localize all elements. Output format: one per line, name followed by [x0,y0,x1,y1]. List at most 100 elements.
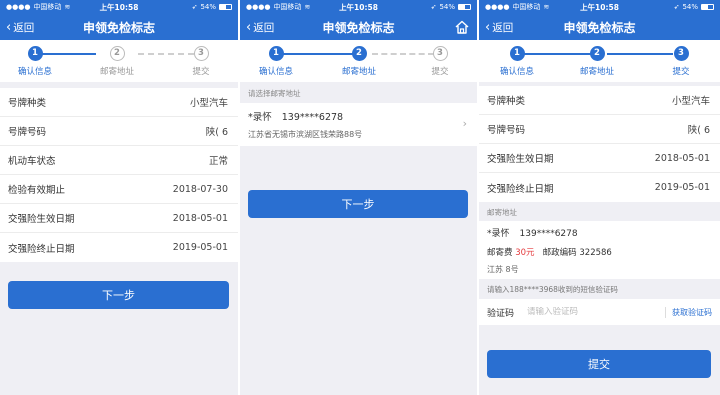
chevron-left-icon: ‹ [246,19,252,35]
step-label: 提交 [431,67,449,77]
info-row: 交强险生效日期 2018-05-01 [479,144,720,173]
step-label: 邮寄地址 [341,67,376,77]
submit-button[interactable]: 提交 [487,350,711,378]
code-label: 验证码 [487,308,515,319]
panel-submit: ●●●● 中国移动 ≋ 上午10:58 ➶ 54% ‹ 返回 申领免检标志 1 确认信息 … [479,0,720,395]
row-value: 2018-05-01 [654,152,710,164]
step-number: 2 [589,46,605,61]
step-2: 2 邮寄地址 [329,46,389,77]
step-number: 2 [109,46,125,61]
row-value: 陕( 6 [205,127,228,138]
step-label: 确认信息 [258,67,293,77]
chevron-right-icon: › [462,117,467,130]
row-value: 2019-05-01 [654,182,710,193]
nav-bar: ‹ 返回 申领免检标志 [479,14,720,40]
row-value: 2019-05-01 [172,242,228,253]
battery-percent: 54% [682,3,698,11]
recipient-address: 江苏省无锡市滨湖区钱荣路88号 [248,130,363,139]
fee-value: 30元 [515,248,535,258]
info-row: 机动车状态 正常 [0,146,238,175]
nav-bar: ‹ 返回 申领免检标志 [0,14,238,40]
fee-label: 邮寄费 [487,248,513,258]
nav-bar: ‹ 返回 申领免检标志 [240,14,477,40]
row-key: 交强险生效日期 [8,214,75,225]
section-label: 邮寄地址 [487,208,517,217]
info-row: 交强险终止日期 2019-05-01 [0,233,238,262]
step-3: 3 提交 [171,46,231,77]
battery-icon [219,4,232,10]
stepper: 1 确认信息 2 邮寄地址 3 提交 [479,40,720,82]
row-key: 检验有效期止 [8,185,66,196]
get-code-button[interactable]: 获取验证码 [665,306,712,318]
location-icon: ➶ [673,3,680,11]
screenshot-composite: ●●●● 中国移动 ≋ 上午10:58 ➶ 54% ‹ 返回 申领免检标志 1 确认信息 … [0,0,720,395]
verification-code-input[interactable] [527,307,665,317]
step-label: 确认信息 [17,67,52,77]
recipient-phone: 139****6278 [519,229,578,239]
back-button[interactable]: ‹ 返回 [485,14,513,40]
row-value: 正常 [208,156,228,167]
row-value: 陕( 6 [687,125,710,136]
vehicle-info-list: 号牌种类 小型汽车 号牌号码 陕( 6 机动车状态 正常 检验有效期止 2018-07-… [0,88,238,262]
row-value: 小型汽车 [189,98,228,109]
sms-hint: 请输入188****3968收到的短信验证码 [487,285,618,294]
panel-confirm-info: ●●●● 中国移动 ≋ 上午10:58 ➶ 54% ‹ 返回 申领免检标志 1 确认信息 … [0,0,238,395]
step-2: 2 邮寄地址 [567,46,627,77]
chevron-left-icon: ‹ [6,19,12,35]
recipient-name: *录怀 [248,112,272,123]
row-key: 号牌号码 [487,125,526,136]
status-bar: ●●●● 中国移动 ≋ 上午10:58 ➶ 54% [479,0,720,14]
vehicle-info-list: 号牌种类 小型汽车 号牌号码 陕( 6 交强险生效日期 2018-05-01 交强险终… [479,86,720,202]
status-bar: ●●●● 中国移动 ≋ 上午10:58 ➶ 54% [240,0,477,14]
row-key: 交强险生效日期 [487,154,554,165]
section-label: 请选择邮寄地址 [248,89,301,98]
battery-percent: 54% [439,3,455,11]
next-button[interactable]: 下一步 [8,281,229,309]
back-label: 返回 [13,21,35,34]
step-number: 1 [27,46,43,61]
step-number: 1 [509,46,525,61]
postcode-label: 邮政编码 [542,248,577,258]
stepper: 1 确认信息 2 邮寄地址 3 提交 [240,40,477,82]
back-label: 返回 [253,21,275,34]
info-row: 号牌种类 小型汽车 [479,86,720,115]
chevron-left-icon: ‹ [485,19,491,35]
recipient-name: *录怀 [487,229,510,239]
battery-icon [701,4,714,10]
step-number: 3 [673,46,689,61]
row-value: 小型汽车 [671,96,710,107]
info-row: 交强险生效日期 2018-05-01 [0,204,238,233]
row-key: 号牌种类 [8,98,47,109]
step-3: 3 提交 [651,46,711,77]
panel-mail-address: ●●●● 中国移动 ≋ 上午10:58 ➶ 54% ‹ 返回 申领免检标志 1 确认信息 … [240,0,477,395]
back-label: 返回 [492,21,514,34]
mail-info: *录怀 139****6278 邮寄费 30元 邮政编码 322586 江苏 8号 [479,221,720,279]
location-icon: ➶ [191,3,198,11]
next-button[interactable]: 下一步 [248,190,468,218]
step-label: 提交 [672,67,690,77]
info-row: 号牌种类 小型汽车 [0,88,238,117]
row-key: 交强险终止日期 [8,243,75,255]
info-row: 号牌号码 陕( 6 [479,115,720,144]
step-label: 邮寄地址 [579,67,614,77]
row-key: 机动车状态 [8,156,56,167]
step-1: 1 确认信息 [246,46,306,77]
home-icon[interactable] [454,19,470,35]
row-value: 2018-05-01 [172,212,228,224]
address-card[interactable]: *录怀 139****6278 江苏省无锡市滨湖区钱荣路88号 › [240,103,477,146]
page-title: 申领免检标志 [322,20,395,35]
step-number: 2 [351,46,367,61]
battery-percent: 54% [200,3,216,11]
stepper: 1 确认信息 2 邮寄地址 3 提交 [0,40,238,82]
step-2: 2 邮寄地址 [87,46,147,77]
info-row: 号牌号码 陕( 6 [0,117,238,146]
back-button[interactable]: ‹ 返回 [6,14,34,40]
row-key: 交强险终止日期 [487,183,554,195]
verification-code-row: 验证码 获取验证码 [479,299,720,325]
step-label: 确认信息 [499,67,534,77]
postcode-value: 322586 [579,248,612,258]
step-label: 提交 [192,67,210,77]
status-bar: ●●●● 中国移动 ≋ 上午10:58 ➶ 54% [0,0,238,14]
back-button[interactable]: ‹ 返回 [246,14,274,40]
row-value: 2018-07-30 [172,183,228,195]
